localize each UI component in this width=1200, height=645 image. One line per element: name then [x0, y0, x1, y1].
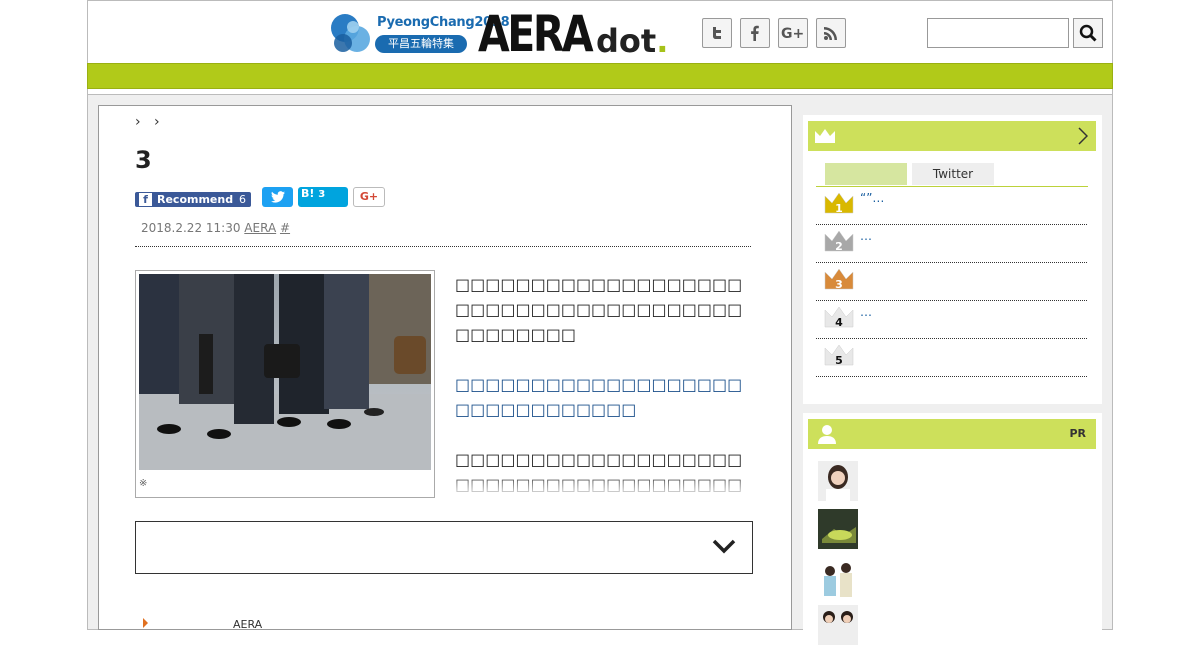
ranking-item-text[interactable]: “”… — [860, 191, 884, 205]
rank-number: 1 — [835, 202, 843, 215]
rank-number: 5 — [835, 354, 843, 367]
facebook-recommend-button[interactable]: f Recommend 6 — [135, 192, 251, 207]
author-header: PR — [808, 419, 1096, 449]
breadcrumb: › › — [135, 114, 160, 130]
article-main: › › 3 f Recommend 6 B! 3 G+ 2018.2.22 11… — [98, 105, 792, 631]
logo-dot: dot. — [596, 22, 669, 60]
text-fade — [455, 474, 755, 498]
ranking-item[interactable]: 3 — [816, 263, 1087, 301]
author-thumbnail[interactable] — [818, 558, 858, 598]
hashtag-link[interactable]: # — [280, 221, 290, 235]
olympic-logo-icon — [331, 14, 370, 52]
tab-twitter-ranking[interactable]: Twitter — [912, 163, 994, 185]
tab-access-ranking[interactable] — [825, 163, 907, 185]
ranking-item[interactable]: 4… — [816, 301, 1087, 339]
hatena-label: B! — [301, 187, 315, 200]
crown-icon — [815, 129, 835, 143]
rank-crown-icon: 4 — [824, 306, 854, 329]
twitter-bird-icon — [270, 191, 285, 203]
person-icon — [818, 425, 836, 444]
aera-dot-logo[interactable]: AERA dot. — [478, 5, 668, 63]
rss-icon[interactable] — [816, 18, 846, 48]
fb-count: 6 — [239, 193, 246, 206]
rank-number: 3 — [835, 278, 843, 291]
fb-label: Recommend — [157, 193, 234, 206]
article-title: 3 — [135, 146, 152, 174]
author-thumbnail[interactable] — [818, 461, 858, 501]
ranking-header[interactable] — [808, 121, 1096, 151]
search-button[interactable] — [1073, 18, 1103, 48]
photo-caption: ※ — [139, 478, 148, 489]
rank-number: 2 — [835, 240, 843, 253]
article-date: 2018.2.22 11:30 — [141, 221, 241, 235]
article-paragraph: □□□□□□□□□□□□□□□□□□□□□□□□□□□□□□□□□□□□□□□□… — [455, 275, 743, 344]
article-link-paragraph[interactable]: □□□□□□□□□□□□□□□□□□□□□□□□□□□□□□□ — [455, 372, 755, 422]
hatena-bookmark-button[interactable]: B! 3 — [298, 187, 348, 207]
chevron-right-icon — [1078, 127, 1088, 145]
pr-label: PR — [1069, 427, 1086, 440]
tweet-button[interactable] — [262, 187, 293, 207]
rank-crown-icon: 2 — [824, 230, 854, 253]
article-body: □□□□□□□□□□□□□□□□□□□□□□□□□□□□□□□□□□□□□□□□… — [455, 272, 755, 495]
twitter-icon[interactable] — [702, 18, 732, 48]
pyeongchang-banner[interactable]: PyeongChang2018 平昌五輪特集 — [329, 13, 510, 55]
ranking-item[interactable]: 1 “”… — [816, 187, 1087, 225]
google-plus-icon[interactable]: G+ — [778, 18, 808, 48]
facebook-icon[interactable] — [740, 18, 770, 48]
svg-text:G+: G+ — [781, 26, 804, 41]
ranking-item-text[interactable]: … — [860, 305, 872, 319]
author-thumbnail[interactable] — [818, 605, 858, 645]
read-more-button[interactable] — [135, 521, 753, 574]
rank-number: 4 — [835, 316, 843, 329]
aera-label: AERA — [233, 618, 263, 631]
ranking-item[interactable]: 5 — [816, 339, 1087, 377]
author-widget: PR — [803, 413, 1102, 645]
rank-crown-icon: 1 — [824, 192, 854, 215]
search-input[interactable] — [927, 18, 1069, 48]
breadcrumb-chevron[interactable]: › — [135, 114, 141, 130]
google-plus-share-button[interactable]: G+ — [353, 187, 385, 207]
source-link[interactable]: AERA — [244, 221, 276, 235]
photo-image — [139, 274, 431, 470]
ranking-tabs: Twitter — [816, 163, 1088, 187]
global-nav-bar — [87, 63, 1113, 89]
breadcrumb-chevron[interactable]: › — [154, 114, 160, 130]
rank-crown-icon: 5 — [824, 344, 854, 367]
author-thumbnail[interactable] — [818, 509, 858, 549]
olympic-subtitle: 平昌五輪特集 — [375, 35, 467, 53]
article-photo[interactable]: ※ — [135, 270, 435, 498]
facebook-icon: f — [139, 193, 152, 206]
ranking-widget: Twitter 1 “”… 2… 3 4… 5 — [803, 115, 1102, 404]
triangle-bullet-icon — [143, 618, 148, 628]
rank-crown-icon: 3 — [824, 268, 854, 291]
site-header: PyeongChang2018 平昌五輪特集 AERA dot. G+ — [87, 0, 1113, 63]
article-meta: 2018.2.22 11:30 AERA # — [135, 220, 751, 247]
ranking-item[interactable]: 2… — [816, 225, 1087, 263]
chevron-down-icon — [712, 539, 736, 554]
hatena-count: 3 — [318, 189, 326, 200]
ranking-item-text[interactable]: … — [860, 229, 872, 243]
search-icon — [1079, 24, 1097, 42]
logo-aera: AERA — [478, 5, 594, 63]
